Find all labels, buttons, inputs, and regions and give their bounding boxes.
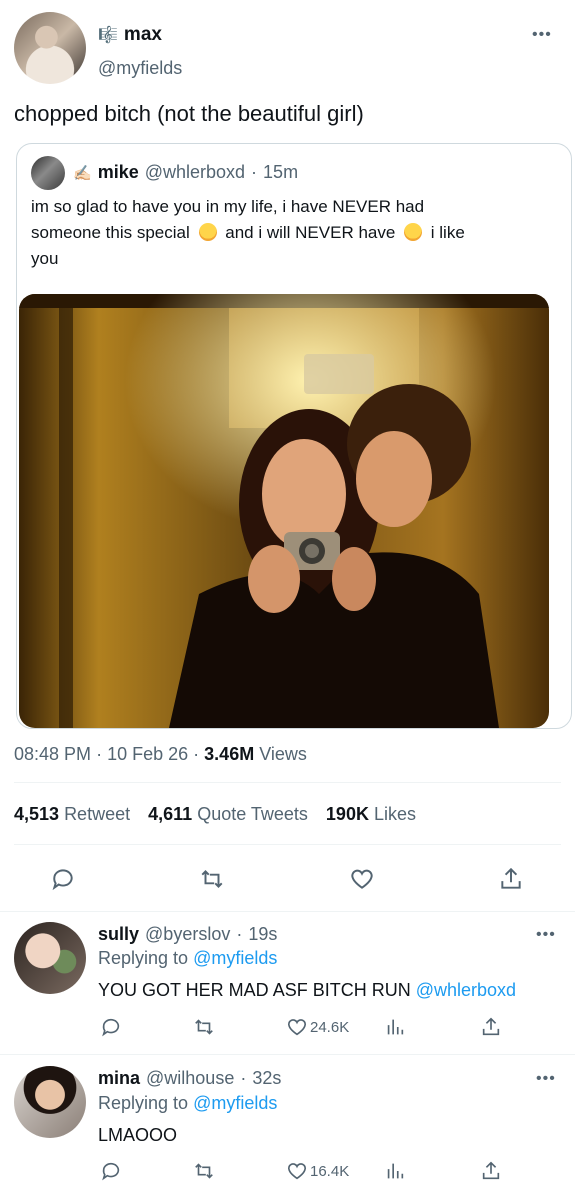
reply-author-name[interactable]: sully [98, 924, 139, 945]
divider [14, 782, 561, 783]
divider [0, 911, 575, 912]
tweet-date: 10 Feb 26 [107, 744, 189, 764]
writing-hand-icon: ✍🏻 [73, 165, 92, 182]
smiling-face-with-hearts-icon [198, 223, 217, 241]
replying-to: Replying to @myfields [98, 948, 278, 968]
reply-text: LMAOOO [98, 1125, 178, 1145]
like-heart-icon [287, 1019, 307, 1036]
like-button[interactable]: 16.4K [286, 1160, 349, 1182]
share-icon[interactable] [498, 866, 524, 892]
replying-to: Replying to @myfields [98, 1093, 278, 1113]
engagement-counts: 4,513 Retweet 4,611 Quote Tweets 190K Li… [14, 804, 416, 825]
replying-to-link[interactable]: @myfields [193, 948, 277, 968]
analytics-icon[interactable] [384, 1016, 406, 1038]
reply-header: sully @byerslov · 19s [98, 924, 278, 945]
reply-icon[interactable] [100, 1160, 122, 1182]
reply-header: mina @wilhouse · 32s [98, 1068, 282, 1089]
author-name[interactable]: max [124, 24, 162, 46]
like-count: 24.6K [310, 1018, 350, 1036]
retweet-icon[interactable] [192, 1160, 216, 1182]
tweet-meta: 08:48 PM · 10 Feb 26 · 3.46M Views [14, 744, 307, 764]
mention-link[interactable]: @whlerboxd [416, 980, 516, 1000]
retweets-stat[interactable]: 4,513 Retweet [14, 804, 130, 825]
share-icon[interactable] [480, 1016, 502, 1038]
reply-action-bar: 16.4K [96, 1160, 516, 1190]
quoted-tweet-card[interactable]: ✍🏻 mike @whlerboxd · 15m im so glad to h… [16, 143, 572, 729]
reply-time: 32s [252, 1068, 282, 1088]
retweet-icon[interactable] [192, 1016, 216, 1038]
views-count: 3.46M [204, 744, 255, 764]
reply-author-name[interactable]: mina [98, 1068, 140, 1089]
replying-to-link[interactable]: @myfields [193, 1093, 277, 1113]
reply-icon[interactable] [50, 866, 76, 892]
author-avatar[interactable] [14, 12, 86, 84]
more-dots-icon[interactable]: ••• [532, 26, 552, 44]
more-dots-icon[interactable]: ••• [536, 926, 556, 944]
reply-time: 19s [248, 924, 278, 944]
divider [14, 844, 561, 845]
tweet-action-bar [0, 858, 575, 902]
author-name-row[interactable]: 🎼 max [98, 24, 162, 46]
divider [0, 1054, 575, 1055]
quoted-author-avatar [31, 156, 65, 190]
reply-action-bar: 24.6K [96, 1016, 516, 1046]
analytics-icon[interactable] [384, 1160, 406, 1182]
reply-avatar[interactable] [14, 922, 86, 994]
smiling-face-with-hearts-icon [404, 223, 423, 241]
likes-stat[interactable]: 190K Likes [326, 804, 416, 825]
like-button[interactable]: 24.6K [286, 1016, 349, 1038]
reply-avatar[interactable] [14, 1066, 86, 1138]
reply-author-handle[interactable]: @wilhouse [146, 1068, 234, 1089]
music-badge-icon: 🎼 [98, 27, 118, 44]
reply-icon[interactable] [100, 1016, 122, 1038]
author-handle[interactable]: @myfields [98, 58, 182, 79]
tweet-time: 08:48 PM [14, 744, 92, 764]
reply-author-handle[interactable]: @byerslov [145, 924, 230, 945]
retweet-icon[interactable] [198, 866, 226, 892]
like-heart-icon[interactable] [348, 866, 376, 892]
quoted-photo[interactable] [19, 294, 549, 728]
reply-text: YOU GOT HER MAD ASF BITCH RUN @whlerboxd [98, 980, 517, 1000]
quote-tweets-stat[interactable]: 4,611 Quote Tweets [148, 804, 308, 825]
views-label: Views [259, 744, 307, 764]
like-count: 16.4K [310, 1162, 350, 1180]
quoted-tweet-text: im so glad to have you in my life, i hav… [31, 197, 465, 268]
tweet-text: chopped bitch (not the beautiful girl) [14, 101, 364, 126]
more-dots-icon[interactable]: ••• [536, 1070, 556, 1088]
quoted-author-name: mike [97, 162, 139, 182]
like-heart-icon [287, 1163, 307, 1180]
quoted-time: 15m [263, 162, 299, 182]
share-icon[interactable] [480, 1160, 502, 1182]
quoted-author-handle: @whlerboxd [144, 162, 246, 182]
quoted-tweet-header: ✍🏻 mike @whlerboxd · 15m [73, 162, 299, 182]
